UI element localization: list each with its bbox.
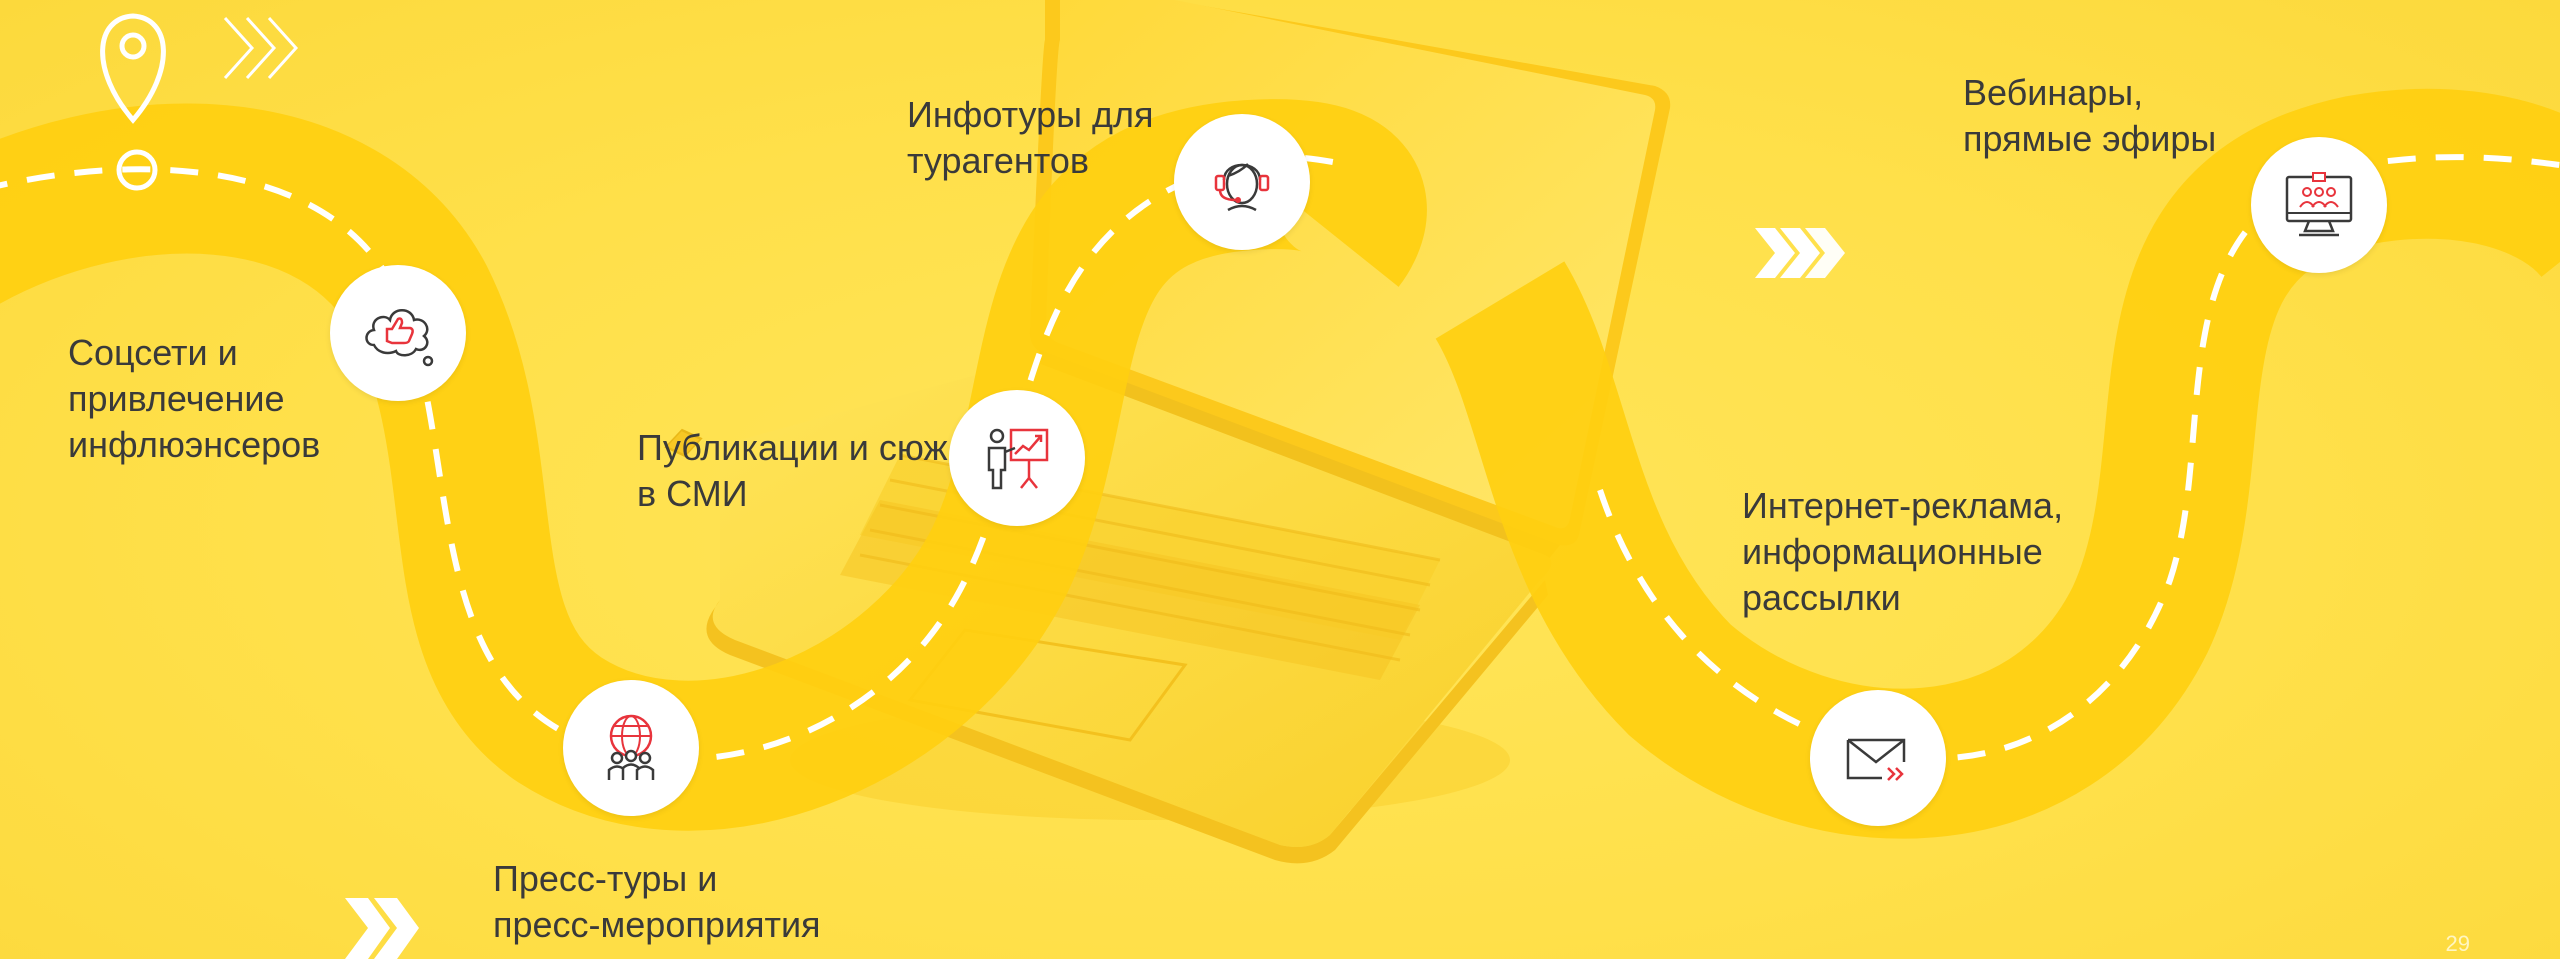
headset-agent-icon: [1214, 163, 1270, 212]
label-publications: Публикации и сюж в СМИ: [637, 427, 948, 514]
internet-ads-node: [1810, 690, 1946, 826]
presenter-chart-icon: [987, 428, 1049, 490]
press-tours-node: [563, 680, 699, 816]
globe-people-icon: [607, 714, 655, 780]
label-social: Соцсети и привлечение инфлюэнсеров: [68, 332, 321, 465]
label-press-tours: Пресс-туры и пресс-мероприятия: [493, 858, 821, 945]
page-number: 29: [2445, 931, 2470, 956]
social-node: [330, 265, 466, 401]
webinars-node: [2251, 137, 2387, 273]
envelope-send-icon: [1846, 738, 1906, 781]
label-webinars: Вебинары, прямые эфиры: [1963, 72, 2217, 159]
label-internet-ads: Интернет-реклама, информационные рассылк…: [1742, 485, 2064, 618]
slide: Соцсети и привлечение инфлюэнсеров Пресс…: [0, 0, 2560, 959]
outline-chevrons-icon: [223, 16, 299, 80]
monitor-audience-icon: [2285, 172, 2353, 237]
double-chevron-icon: [1755, 228, 1845, 278]
double-chevron-icon: [345, 898, 419, 959]
publications-node: [949, 390, 1085, 526]
label-infotours: Инфотуры для турагентов: [907, 94, 1154, 181]
infotours-node: [1174, 114, 1310, 250]
thumbs-up-cloud-icon: [365, 309, 434, 367]
